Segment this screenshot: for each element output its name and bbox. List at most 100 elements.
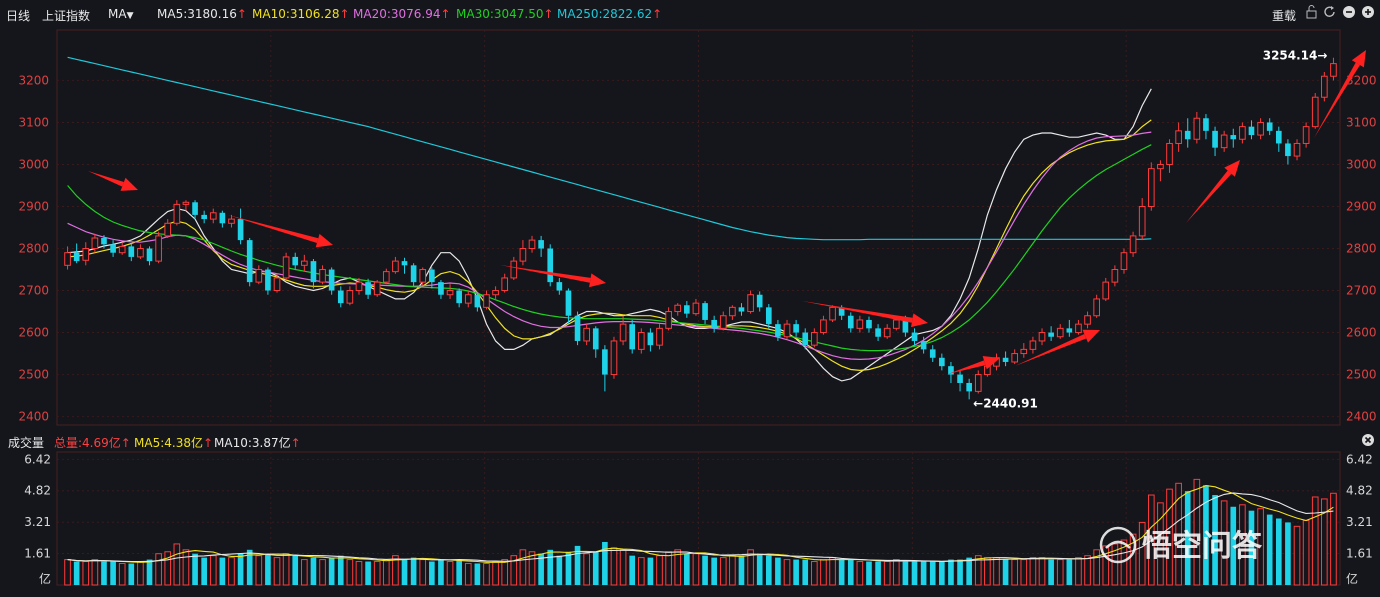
up-arrow: ↑ — [652, 7, 663, 21]
chart-stage: 2400 2400 2500 2500 2600 2600 2700 2700 2800 2800… — [0, 0, 1380, 593]
candle-body — [209, 212, 217, 220]
candle-body — [1038, 332, 1046, 342]
trend-arrow — [948, 356, 1000, 374]
candle — [556, 277, 563, 295]
candle — [847, 312, 854, 333]
volume-bar — [101, 561, 107, 585]
volume-bar — [155, 553, 162, 586]
candle-body — [410, 265, 417, 283]
candle-body — [1330, 63, 1337, 77]
candle — [765, 303, 772, 329]
candle — [201, 210, 207, 224]
candle-body — [1075, 323, 1082, 334]
candle-body — [966, 382, 972, 392]
candle-body — [438, 282, 444, 295]
volume-bar — [684, 553, 690, 585]
candle-body — [355, 281, 363, 292]
candle-body — [155, 235, 162, 262]
candle-body — [574, 315, 581, 341]
candle-body — [1111, 269, 1119, 283]
candle-body — [492, 290, 499, 296]
price-tick-label-left: 2600 — [18, 326, 49, 340]
candle — [1056, 324, 1064, 339]
refresh-icon[interactable] — [1323, 5, 1337, 22]
candle-body — [1056, 327, 1064, 338]
volume-bar — [647, 557, 654, 585]
candle-body — [711, 319, 717, 329]
candle — [1184, 118, 1191, 148]
volume-bar — [519, 549, 527, 586]
ma20-text: MA20:3076.94 — [353, 7, 441, 21]
price-tick-label-right: 3100 — [1346, 115, 1377, 129]
candle — [282, 252, 290, 281]
volume-bar — [1038, 557, 1046, 586]
indicator-select[interactable]: MA▼ — [108, 7, 133, 21]
period-label[interactable]: 日线 — [6, 7, 30, 24]
ma250-label: MA250:2822.62↑ — [557, 7, 662, 21]
candle — [501, 273, 509, 293]
candle — [574, 311, 581, 346]
candle — [474, 292, 481, 312]
candle — [173, 200, 181, 226]
lock-icon[interactable] — [1305, 5, 1319, 22]
volume-bar — [1285, 522, 1291, 585]
volume-unit-left: 亿 — [39, 571, 51, 586]
price-tick-label-right: 2600 — [1346, 326, 1377, 340]
candle-body — [73, 252, 80, 262]
volume-bar — [382, 559, 390, 586]
vol-ma5-text: MA5:4.38亿 — [134, 436, 203, 450]
candle — [829, 305, 836, 323]
up-arrow: ↑ — [120, 436, 131, 450]
volume-bar — [629, 555, 636, 585]
candle — [1048, 326, 1054, 341]
candle — [401, 257, 408, 274]
zoom-out-icon[interactable] — [1342, 5, 1356, 22]
candle-body — [310, 261, 317, 283]
volume-bar — [793, 559, 799, 585]
candle — [1111, 265, 1119, 287]
volume-bar — [802, 559, 809, 585]
zoom-in-icon[interactable] — [1361, 5, 1375, 22]
volume-bar — [929, 561, 936, 585]
candle-body — [401, 261, 408, 266]
candle-body — [265, 269, 271, 291]
candle-body — [328, 269, 335, 291]
volume-bar — [892, 559, 900, 586]
candle-body — [1311, 96, 1319, 128]
candle-body — [820, 319, 827, 334]
candle-body — [1275, 130, 1282, 144]
candle-body — [456, 290, 462, 304]
indicator-label: MA — [108, 7, 127, 21]
candle-body — [793, 324, 799, 333]
volume-bar — [619, 549, 627, 586]
candle-body — [1302, 126, 1310, 144]
trend-arrow — [88, 171, 138, 191]
volume-bar — [1330, 492, 1337, 586]
watermark-text: 悟空问答 — [1142, 529, 1263, 564]
volume-bar — [820, 559, 827, 586]
up-arrow: ↑ — [339, 7, 350, 21]
volume-bar — [410, 557, 417, 585]
volume-bar — [547, 549, 554, 585]
kline-chart[interactable]: 2400 2400 2500 2500 2600 2600 2700 2700 2800 2800… — [0, 0, 1380, 593]
reload-button[interactable]: 重载 — [1272, 7, 1296, 24]
volume-bar — [883, 561, 891, 586]
candle — [692, 298, 700, 316]
candle — [1147, 162, 1155, 211]
close-icon[interactable] — [1361, 433, 1375, 450]
up-arrow: ↑ — [440, 7, 451, 21]
candle — [192, 200, 198, 220]
candle-body — [1184, 130, 1191, 140]
chart-header: 日线 上证指数 MA▼ MA5:3180.16↑ MA10:3106.28↑ M… — [0, 0, 1380, 28]
candle-body — [920, 340, 927, 350]
price-tick-label-right: 2500 — [1346, 368, 1377, 382]
candle — [164, 219, 172, 239]
candle-body — [346, 290, 354, 304]
candle-body — [1020, 348, 1028, 355]
candle — [602, 345, 608, 392]
volume-bar — [811, 561, 818, 586]
candle — [820, 315, 827, 335]
candle — [1311, 93, 1319, 129]
chevron-down-icon: ▼ — [126, 11, 134, 21]
volume-bar — [446, 561, 454, 586]
